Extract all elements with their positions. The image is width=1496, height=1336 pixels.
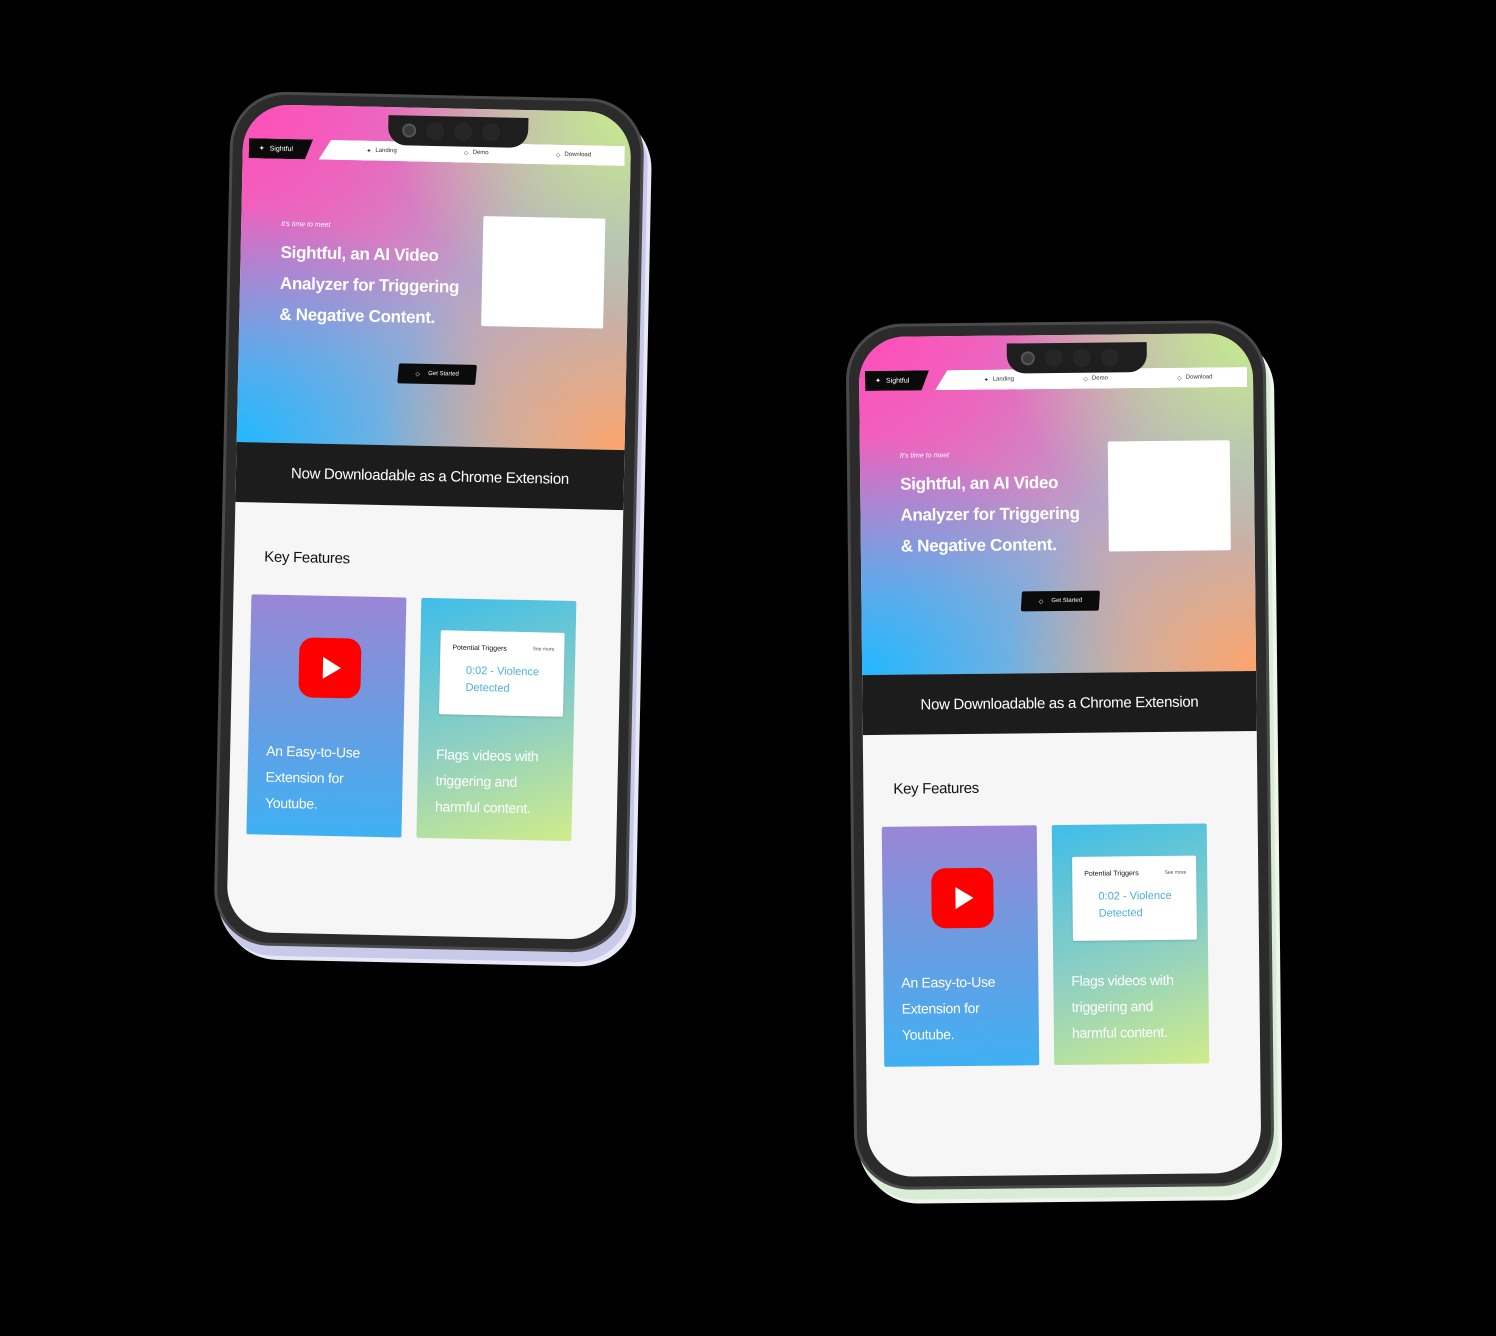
nav-item-label: Download	[1185, 374, 1213, 381]
nav-item-label: Landing	[375, 147, 397, 155]
phone-mockup-right: ✦ Sightful ✦ Landing ◇ Demo ◇ Download It's…	[845, 319, 1275, 1191]
chrome-extension-banner: Now Downloadable as a Chrome Extension	[235, 441, 625, 511]
nav-item-demo[interactable]: ◇ Demo	[1083, 375, 1108, 382]
see-more-link[interactable]: See more	[533, 646, 555, 652]
camera-icon	[402, 123, 417, 138]
nav-item-demo[interactable]: ◇ Demo	[464, 149, 489, 157]
feature-card-text: Flags videos with triggering and harmful…	[434, 746, 539, 817]
diamond-icon: ◇	[415, 371, 421, 378]
nav-item-label: Landing	[992, 376, 1015, 383]
feature-card-flags: Potential Triggers See more 0:02 - Viole…	[416, 597, 577, 842]
section-title: Key Features	[893, 779, 980, 798]
brand-name: Sightful	[885, 377, 910, 385]
youtube-play-icon	[931, 867, 994, 929]
phone-screen: ✦ Sightful ✦ Landing ◇ Demo ◇ Download It's…	[226, 104, 632, 940]
brand-logo[interactable]: ✦ Sightful	[249, 138, 313, 159]
diamond-icon: ◇	[463, 150, 469, 157]
phone-screen: ✦ Sightful ✦ Landing ◇ Demo ◇ Download It's…	[858, 332, 1262, 1178]
hero-section: ✦ Sightful ✦ Landing ◇ Demo ◇ Download It's…	[236, 104, 632, 451]
diamond-icon: ◇	[1038, 598, 1044, 605]
triggers-panel: Potential Triggers See more 0:02 - Viole…	[1072, 855, 1197, 941]
hero-tagline: It's time to meet	[899, 452, 950, 460]
nav-item-label: Download	[564, 151, 592, 159]
feature-card-text: Flags videos with triggering and harmful…	[1071, 971, 1174, 1041]
phone-notch	[1006, 342, 1147, 374]
sensor-icon	[426, 121, 445, 141]
phone-notch	[387, 115, 529, 148]
brand-name: Sightful	[269, 145, 294, 153]
brand-logo[interactable]: ✦ Sightful	[865, 370, 929, 391]
diamond-icon: ◇	[1083, 376, 1088, 383]
sensor-icon	[1072, 348, 1091, 367]
nav-item-landing[interactable]: ✦ Landing	[366, 147, 397, 155]
nav-item-label: Demo	[472, 149, 489, 157]
get-started-button[interactable]: ◇ Get Started	[397, 363, 477, 385]
hero-tagline: It's time to meet	[281, 220, 331, 229]
triggers-panel-title: Potential Triggers	[452, 644, 507, 653]
feature-card-youtube: An Easy-to-Use Extension for Youtube.	[246, 594, 407, 838]
nav-item-download[interactable]: ◇ Download	[1177, 374, 1212, 381]
hero-video-placeholder	[1107, 440, 1231, 552]
feature-card-text: An Easy-to-Use Extension for Youtube.	[901, 973, 996, 1043]
cta-label: Get Started	[427, 370, 460, 378]
get-started-button[interactable]: ◇ Get Started	[1020, 590, 1100, 612]
feature-card-flags: Potential Triggers See more 0:02 - Viole…	[1051, 823, 1210, 1066]
sparkle-icon: ✦	[258, 145, 265, 153]
sparkle-icon: ✦	[875, 377, 881, 385]
phone-mockup-left: ✦ Sightful ✦ Landing ◇ Demo ◇ Download It's…	[213, 90, 645, 954]
triggers-panel-title: Potential Triggers	[1084, 870, 1139, 878]
section-title: Key Features	[264, 548, 350, 568]
feature-card-youtube: An Easy-to-Use Extension for Youtube.	[881, 825, 1040, 1067]
sparkle-icon: ✦	[983, 377, 989, 384]
chrome-extension-banner: Now Downloadable as a Chrome Extension	[862, 670, 1257, 736]
hero-video-placeholder	[481, 216, 606, 329]
triggers-panel: Potential Triggers See more 0:02 - Viole…	[438, 630, 565, 717]
cta-label: Get Started	[1051, 597, 1083, 605]
hero-headline: Sightful, an AI Video Analyzer for Trigg…	[900, 473, 1080, 556]
feature-card-text: An Easy-to-Use Extension for Youtube.	[264, 742, 361, 812]
diamond-icon: ◇	[1177, 375, 1182, 382]
sensor-icon	[1044, 348, 1063, 368]
sensor-icon	[1100, 348, 1119, 367]
camera-icon	[1020, 351, 1035, 366]
nav-item-landing[interactable]: ✦ Landing	[984, 376, 1014, 383]
see-more-link[interactable]: See more	[1165, 870, 1187, 876]
sparkle-icon: ✦	[366, 148, 372, 155]
sensor-icon	[453, 122, 473, 141]
youtube-play-icon	[298, 637, 362, 699]
hero-headline: Sightful, an AI Video Analyzer for Trigg…	[279, 242, 460, 328]
nav-item-label: Demo	[1091, 375, 1108, 382]
hero-section: ✦ Sightful ✦ Landing ◇ Demo ◇ Download It's…	[858, 332, 1257, 676]
nav-item-download[interactable]: ◇ Download	[556, 151, 591, 159]
trigger-detected-text: 0:02 - Violence Detected	[1098, 889, 1172, 920]
sensor-icon	[481, 123, 501, 142]
diamond-icon: ◇	[555, 152, 561, 159]
trigger-detected-text: 0:02 - Violence Detected	[465, 664, 540, 695]
